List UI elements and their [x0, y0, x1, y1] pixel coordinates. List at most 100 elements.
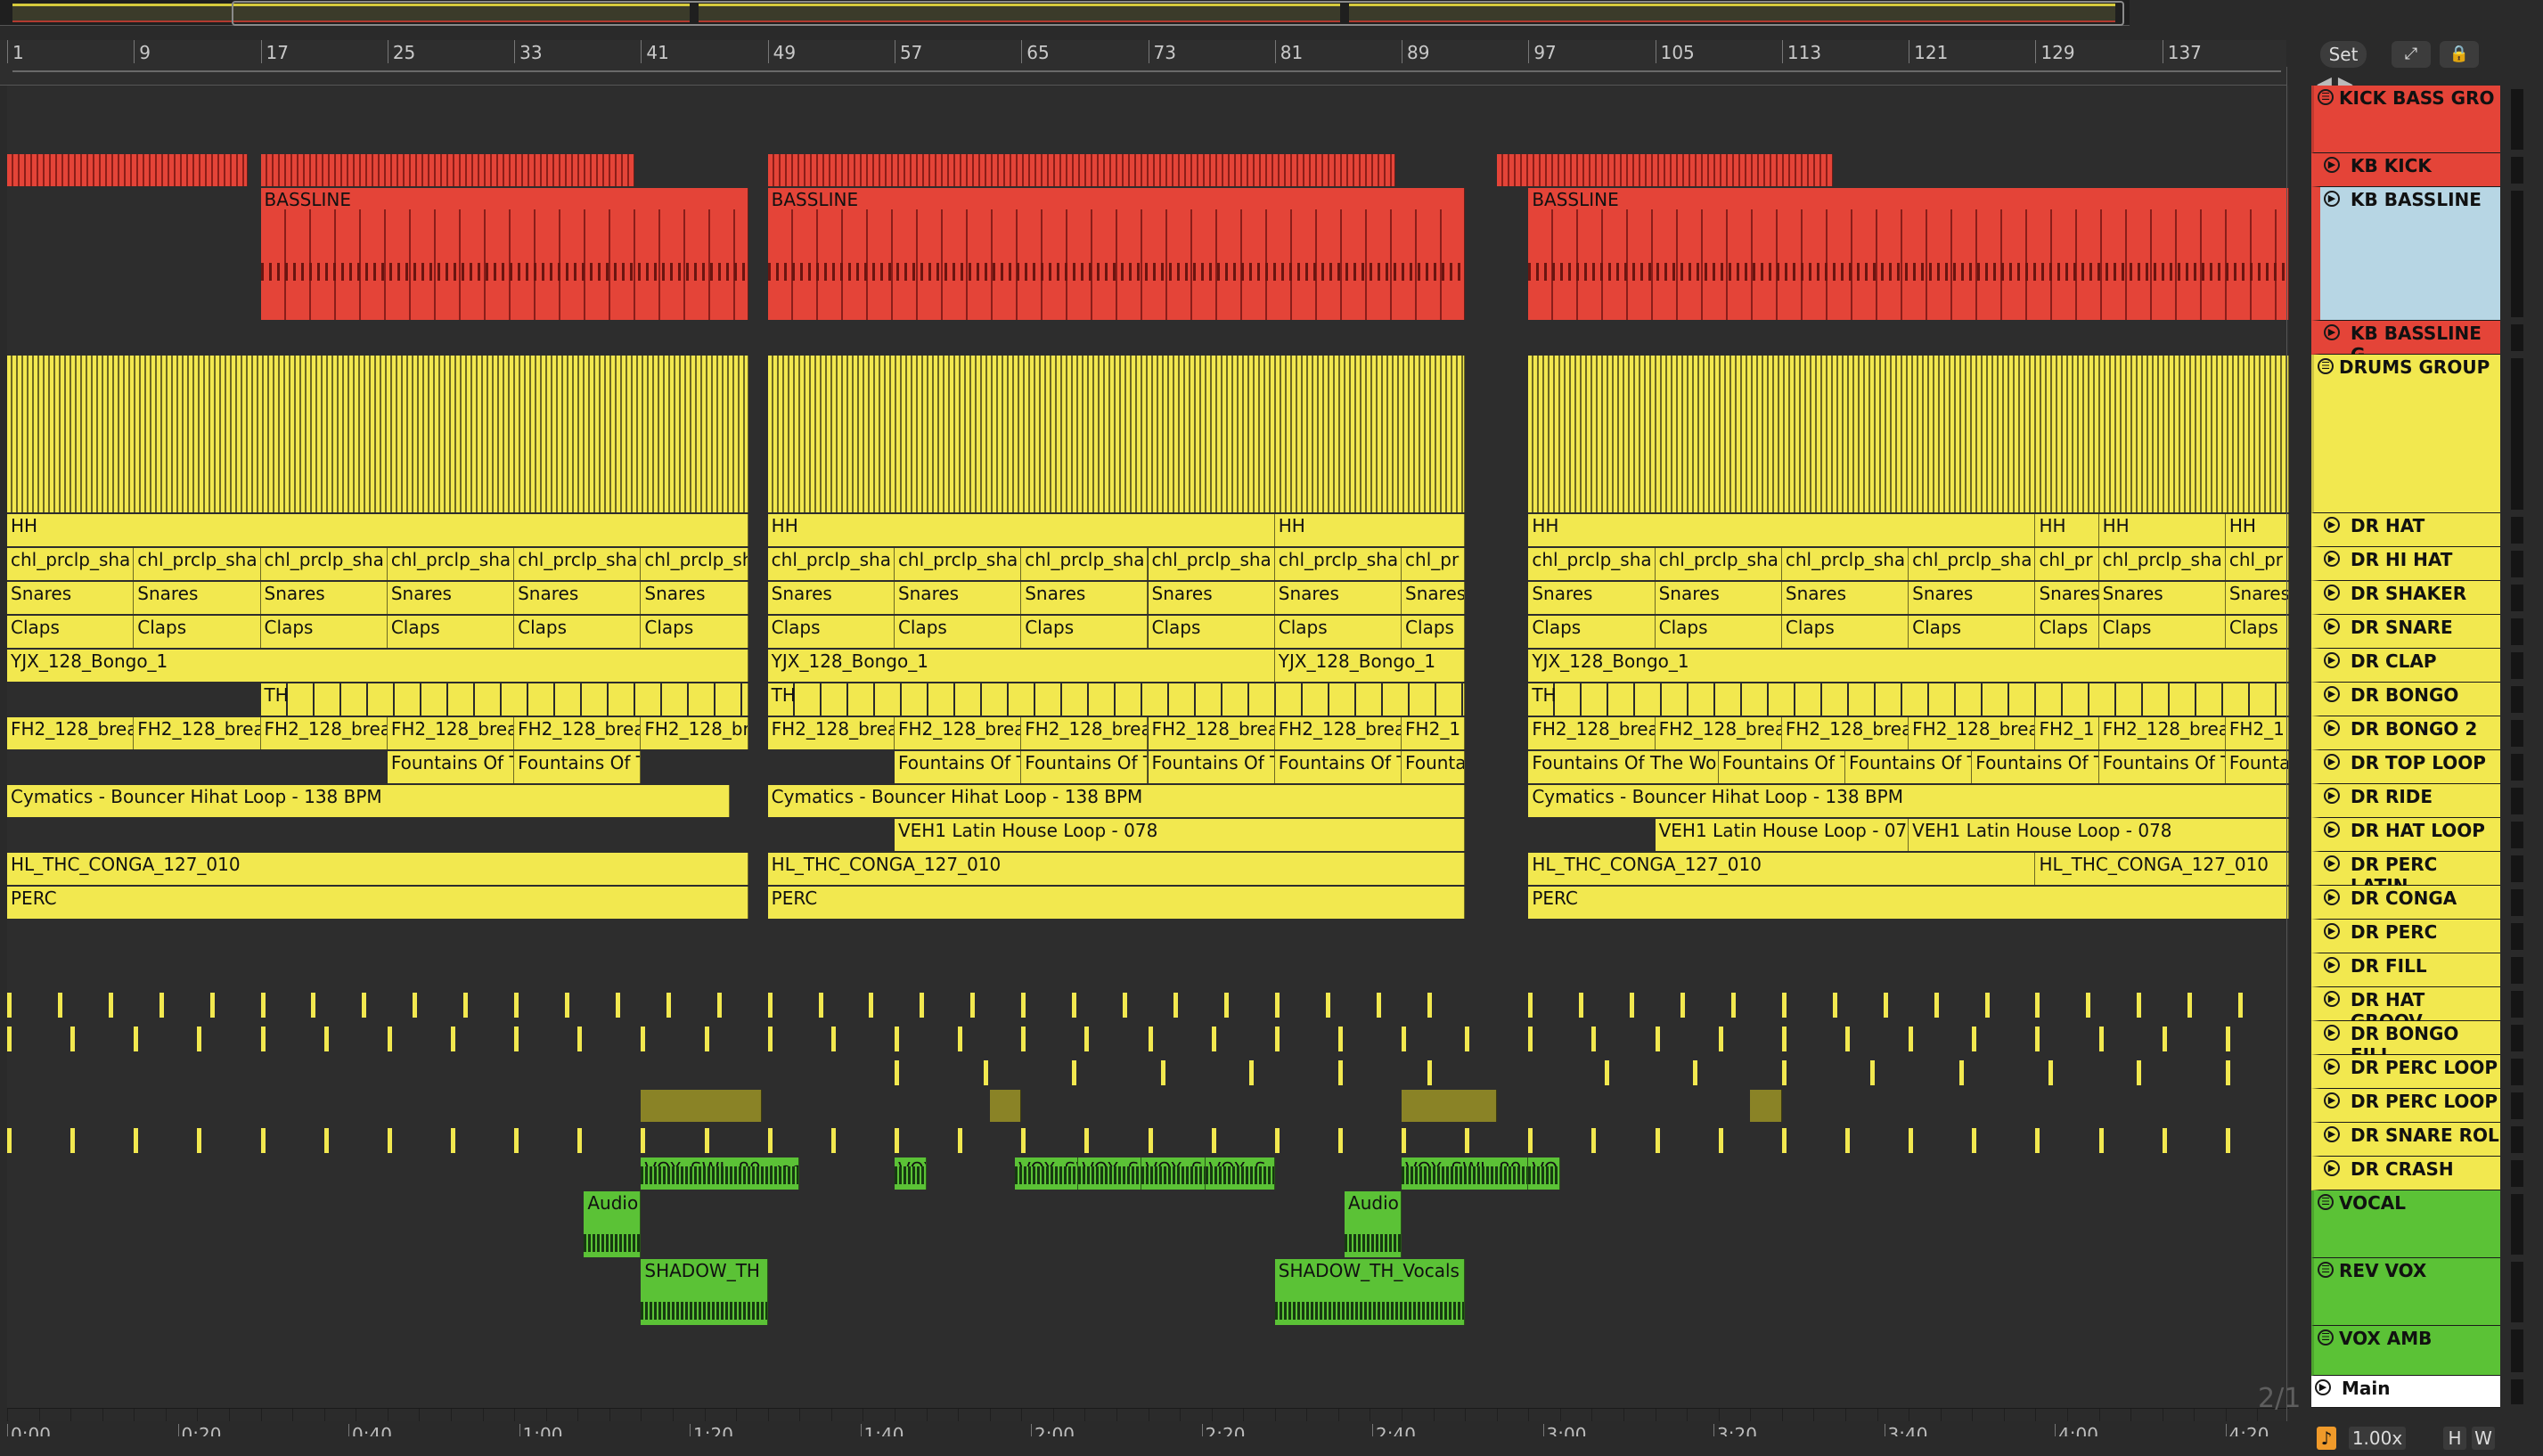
play-icon[interactable]: ▶ [2324, 324, 2340, 340]
clip[interactable] [1972, 1027, 1977, 1051]
clip[interactable] [1909, 1128, 1914, 1153]
clip[interactable]: Claps [1402, 616, 1466, 648]
clip[interactable]: Claps [1655, 616, 1782, 648]
clip[interactable] [666, 993, 671, 1018]
clip[interactable] [7, 1128, 12, 1153]
clip[interactable] [577, 1027, 583, 1051]
clip[interactable] [2086, 993, 2091, 1018]
track-header[interactable]: ▶DR BONGO FILL [2311, 1021, 2500, 1066]
clip[interactable]: HL_THC_CONGA_127_010 [7, 853, 749, 885]
clip[interactable]: Fountains Of The Wor [1528, 751, 1719, 783]
clip[interactable] [641, 1027, 646, 1051]
clip[interactable]: TH [1528, 683, 2289, 716]
clip[interactable]: Claps [1528, 616, 1656, 648]
play-icon[interactable]: ▶ [2315, 1379, 2331, 1395]
clip[interactable] [565, 993, 570, 1018]
clip[interactable] [2225, 1027, 2230, 1051]
clip[interactable] [1781, 993, 1787, 1018]
clip[interactable]: VEH1 Latin House Loop - 078 [894, 819, 1466, 851]
clip[interactable] [413, 993, 418, 1018]
clip[interactable] [2048, 1060, 2053, 1085]
clip[interactable] [1021, 1128, 1026, 1153]
clip[interactable] [1845, 1027, 1851, 1051]
clip[interactable]: Claps [1781, 616, 1909, 648]
clip[interactable] [1984, 993, 1990, 1018]
clip[interactable]: Claps [2035, 616, 2099, 648]
clip[interactable]: Snares [134, 582, 261, 614]
clip[interactable]: Claps [894, 616, 1022, 648]
clip[interactable] [818, 993, 823, 1018]
clip[interactable] [57, 993, 62, 1018]
clip[interactable] [1718, 1128, 1723, 1153]
clip[interactable]: chl_prclp_sha [1655, 548, 1782, 580]
play-icon[interactable]: ▶ [2324, 686, 2340, 702]
play-icon[interactable]: ▶ [2324, 991, 2340, 1007]
clip[interactable]: chl_prclp_sha [387, 548, 515, 580]
clip[interactable]: chl_prclp_sha [767, 548, 895, 580]
clip[interactable]: Cymatics - Bouncer Hihat Loop - 138 BPM [1528, 785, 2289, 817]
clip[interactable] [894, 1027, 899, 1051]
clip[interactable] [197, 1128, 202, 1153]
clip[interactable] [1465, 1027, 1470, 1051]
track-lane[interactable] [7, 920, 2289, 954]
clip[interactable]: Fountains Of T [1021, 751, 1149, 783]
clip[interactable] [1845, 1128, 1851, 1153]
clip[interactable]: chl_prclp_sha [894, 548, 1022, 580]
clip[interactable] [1376, 993, 1381, 1018]
track-header[interactable]: ☰ VOCAL [2311, 1190, 2500, 1258]
clip[interactable] [1148, 1027, 1153, 1051]
clip[interactable] [2098, 1027, 2104, 1051]
track-header[interactable]: ▶ DR CLAP [2311, 649, 2500, 683]
track-header[interactable]: ☰ KICK BASS GRO [2311, 86, 2500, 153]
clip[interactable]: VOX_S [1078, 1157, 1142, 1190]
clip[interactable]: Fountains Of T [2098, 751, 2226, 783]
clip[interactable] [134, 1128, 139, 1153]
clip[interactable] [1750, 1090, 1782, 1122]
clip[interactable]: Claps [1274, 616, 1402, 648]
clip[interactable] [1160, 1060, 1165, 1085]
track-header[interactable]: ▶ DR HAT LOOP [2311, 818, 2500, 852]
play-icon[interactable]: ▶ [2324, 618, 2340, 634]
clip[interactable] [920, 993, 925, 1018]
clip[interactable]: FH2_1 [1402, 717, 1466, 749]
clip[interactable] [1249, 1060, 1255, 1085]
clip[interactable]: VOX_S [1141, 1157, 1206, 1190]
clip[interactable] [1781, 1128, 1787, 1153]
clip[interactable] [362, 993, 367, 1018]
clip[interactable]: chl_prclp_sha [7, 548, 135, 580]
clip[interactable] [1148, 1128, 1153, 1153]
clip[interactable]: Snares [767, 582, 895, 614]
clip[interactable]: Founta [1402, 751, 1466, 783]
clip[interactable] [641, 1128, 646, 1153]
clip[interactable] [70, 1027, 76, 1051]
clip[interactable]: Audio [584, 1191, 642, 1257]
clip[interactable]: chl_pr [2035, 548, 2099, 580]
clip[interactable] [1337, 1027, 1343, 1051]
clip[interactable] [767, 154, 1395, 186]
clip[interactable] [1959, 1060, 1965, 1085]
clip[interactable]: Snares [7, 582, 135, 614]
clip[interactable] [1579, 993, 1584, 1018]
track-header[interactable]: ▶ DR SNARE [2311, 615, 2500, 649]
clip[interactable] [869, 993, 874, 1018]
clip[interactable]: Claps [767, 616, 895, 648]
clip[interactable]: VEH1 Latin House Loop - 078 [1909, 819, 2289, 851]
clip[interactable]: HH [1528, 514, 2036, 546]
track-header[interactable]: ▶ DR CONGA [2311, 886, 2500, 920]
clip[interactable] [1604, 1060, 1609, 1085]
clip[interactable] [2035, 1128, 2040, 1153]
clip[interactable] [134, 1027, 139, 1051]
clip[interactable]: YJX_128_Bongo_1 [1528, 650, 2289, 682]
track-lane[interactable] [7, 987, 2289, 1022]
clip[interactable]: HH [7, 514, 749, 546]
fold-icon[interactable]: ☰ [2318, 358, 2334, 374]
clip[interactable] [1528, 1128, 1533, 1153]
clip[interactable]: Snares [2225, 582, 2289, 614]
clip[interactable] [1123, 993, 1128, 1018]
fold-icon[interactable]: ☰ [2318, 1262, 2334, 1278]
clip[interactable] [2098, 1128, 2104, 1153]
expand-icon[interactable]: ⤢ [2392, 41, 2431, 68]
clip[interactable]: Snares [260, 582, 388, 614]
clip[interactable]: Claps [641, 616, 749, 648]
hide-button[interactable]: H [2443, 1427, 2466, 1450]
